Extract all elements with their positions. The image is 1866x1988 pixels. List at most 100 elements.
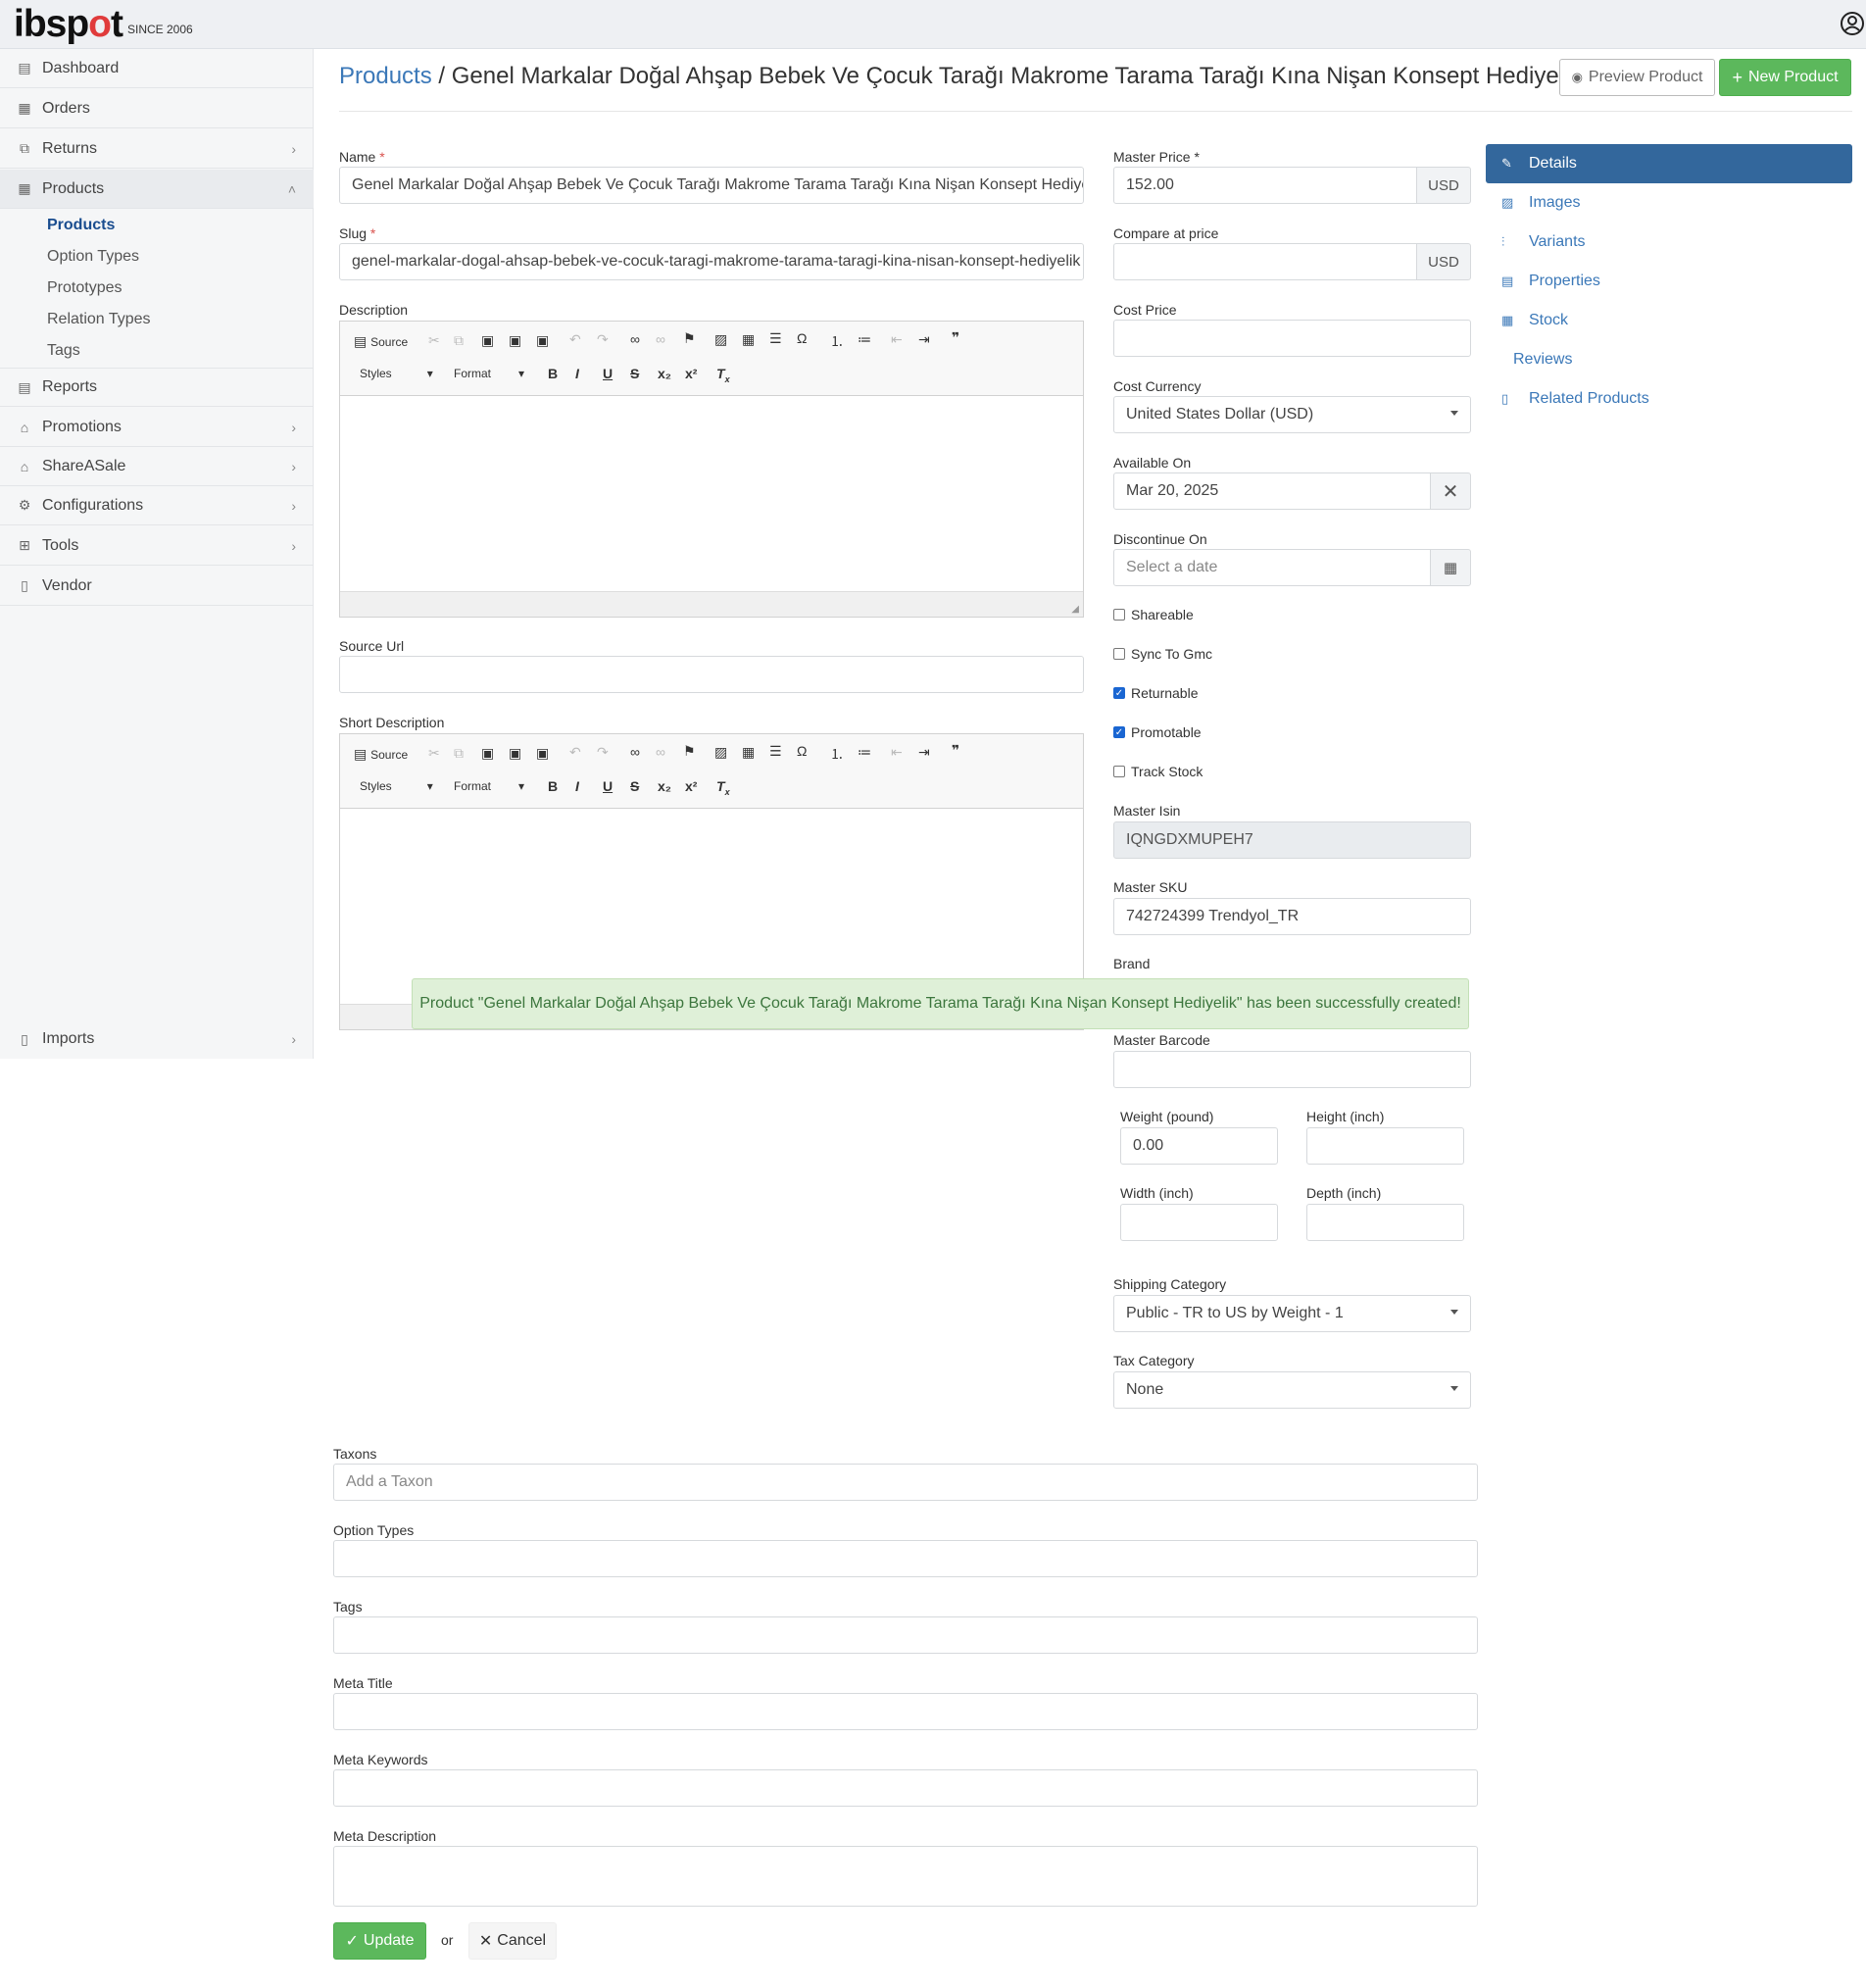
- tab-variants[interactable]: ⫶ Variants: [1486, 223, 1852, 262]
- cut-icon[interactable]: ✂: [428, 332, 440, 349]
- clear-date-icon[interactable]: ✕: [1430, 472, 1471, 510]
- outdent-icon[interactable]: ⇤: [891, 744, 903, 761]
- taxons-input[interactable]: Add a Taxon: [333, 1464, 1478, 1501]
- bold-icon[interactable]: B: [548, 778, 558, 794]
- checkbox-box[interactable]: [1113, 609, 1125, 621]
- indent-icon[interactable]: ⇥: [918, 331, 930, 348]
- cancel-button[interactable]: ✕ Cancel: [468, 1922, 557, 1960]
- available-on-field[interactable]: Mar 20, 2025: [1113, 472, 1431, 510]
- blockquote-icon[interactable]: ❞: [952, 742, 959, 759]
- blockquote-icon[interactable]: ❞: [952, 329, 959, 346]
- name-field[interactable]: Genel Markalar Doğal Ahşap Bebek Ve Çocu…: [339, 167, 1084, 204]
- sync-to-gmc-checkbox[interactable]: Sync To Gmc: [1113, 646, 1212, 662]
- paste-icon[interactable]: ▣: [481, 332, 494, 349]
- width-field[interactable]: [1120, 1204, 1278, 1241]
- sidebar-subitem-products[interactable]: Products: [47, 217, 115, 234]
- unlink-icon[interactable]: ∞: [656, 331, 665, 347]
- underline-icon[interactable]: U: [603, 366, 613, 381]
- user-account-icon[interactable]: [1839, 10, 1866, 37]
- sidebar-item-orders[interactable]: ▦ Orders: [0, 89, 314, 128]
- checkbox-box[interactable]: [1113, 766, 1125, 777]
- tab-properties[interactable]: ▤ Properties: [1486, 262, 1852, 301]
- paste-word-icon[interactable]: ▣: [536, 745, 549, 762]
- bold-icon[interactable]: B: [548, 366, 558, 381]
- table-icon[interactable]: ▦: [742, 331, 755, 348]
- tab-related-products[interactable]: ▯ Related Products: [1486, 379, 1852, 419]
- calendar-icon[interactable]: ▦: [1430, 549, 1471, 586]
- bullet-list-icon[interactable]: ≔: [858, 744, 871, 761]
- sidebar-item-configurations[interactable]: ⚙ Configurations ›: [0, 486, 314, 525]
- source-button[interactable]: ▤ Source: [354, 746, 408, 763]
- indent-icon[interactable]: ⇥: [918, 744, 930, 761]
- unlink-icon[interactable]: ∞: [656, 744, 665, 760]
- new-product-button[interactable]: + New Product: [1719, 59, 1851, 96]
- sidebar-item-tools[interactable]: ⊞ Tools ›: [0, 526, 314, 566]
- checkbox-box-checked[interactable]: ✓: [1113, 726, 1125, 738]
- depth-field[interactable]: [1306, 1204, 1464, 1241]
- cost-currency-select[interactable]: United States Dollar (USD): [1113, 396, 1471, 433]
- horizontal-line-icon[interactable]: ☰: [769, 330, 782, 347]
- source-button[interactable]: ▤ Source: [354, 333, 408, 350]
- meta-title-input[interactable]: [333, 1693, 1478, 1730]
- special-char-icon[interactable]: Ω: [797, 330, 807, 346]
- sidebar-item-returns[interactable]: ⧉ Returns ›: [0, 129, 314, 169]
- editor-resize-bar[interactable]: ◢: [340, 591, 1083, 617]
- link-icon[interactable]: ∞: [630, 331, 640, 347]
- remove-format-icon[interactable]: Tx: [716, 778, 730, 797]
- undo-icon[interactable]: ↶: [569, 331, 581, 348]
- sidebar-item-dashboard[interactable]: ▤ Dashboard: [0, 49, 314, 88]
- checkbox-box[interactable]: [1113, 648, 1125, 660]
- cost-price-field[interactable]: [1113, 320, 1471, 357]
- weight-field[interactable]: 0.00: [1120, 1127, 1278, 1165]
- paste-icon[interactable]: ▣: [481, 745, 494, 762]
- horizontal-line-icon[interactable]: ☰: [769, 743, 782, 760]
- promotable-checkbox[interactable]: ✓ Promotable: [1113, 724, 1202, 740]
- checkbox-box-checked[interactable]: ✓: [1113, 687, 1125, 699]
- bullet-list-icon[interactable]: ≔: [858, 331, 871, 348]
- shipping-category-select[interactable]: Public - TR to US by Weight - 1: [1113, 1295, 1471, 1332]
- image-icon[interactable]: ▨: [714, 744, 727, 761]
- sidebar-item-shareasale[interactable]: ⌂ ShareASale ›: [0, 447, 314, 486]
- breadcrumb-products[interactable]: Products: [339, 63, 432, 89]
- source-url-field[interactable]: [339, 656, 1084, 693]
- remove-format-icon[interactable]: Tx: [716, 366, 730, 384]
- tab-reviews[interactable]: Reviews: [1486, 340, 1852, 379]
- outdent-icon[interactable]: ⇤: [891, 331, 903, 348]
- strikethrough-icon[interactable]: S: [630, 366, 639, 381]
- sidebar-item-imports[interactable]: ▯ Imports ›: [0, 1019, 314, 1059]
- shareable-checkbox[interactable]: Shareable: [1113, 607, 1194, 622]
- resize-handle-icon[interactable]: ◢: [1071, 604, 1079, 615]
- tab-images[interactable]: ▨ Images: [1486, 183, 1852, 223]
- update-button[interactable]: ✓ Update: [333, 1922, 426, 1960]
- copy-icon[interactable]: ⧉: [454, 745, 464, 762]
- sidebar-item-products[interactable]: ▦ Products ˄: [0, 170, 314, 209]
- undo-icon[interactable]: ↶: [569, 744, 581, 761]
- table-icon[interactable]: ▦: [742, 744, 755, 761]
- copy-icon[interactable]: ⧉: [454, 332, 464, 349]
- tab-stock[interactable]: ▦ Stock: [1486, 301, 1852, 340]
- numbered-list-icon[interactable]: ⒈: [830, 744, 844, 764]
- paste-text-icon[interactable]: ▣: [509, 745, 521, 762]
- format-dropdown[interactable]: Format ▾: [454, 367, 524, 380]
- tab-details[interactable]: ✎ Details: [1486, 144, 1852, 183]
- underline-icon[interactable]: U: [603, 778, 613, 794]
- sidebar-subitem-prototypes[interactable]: Prototypes: [47, 279, 122, 297]
- anchor-flag-icon[interactable]: ⚑: [683, 330, 696, 347]
- master-sku-field[interactable]: 742724399 Trendyol_TR: [1113, 898, 1471, 935]
- styles-dropdown[interactable]: Styles ▾: [360, 367, 433, 380]
- numbered-list-icon[interactable]: ⒈: [830, 331, 844, 351]
- sidebar-subitem-relation-types[interactable]: Relation Types: [47, 311, 151, 328]
- preview-product-button[interactable]: ◉ Preview Product: [1559, 59, 1715, 96]
- sidebar-subitem-tags[interactable]: Tags: [47, 342, 80, 360]
- logo[interactable]: ibspot: [14, 3, 123, 46]
- master-price-field[interactable]: 152.00: [1113, 167, 1417, 204]
- cut-icon[interactable]: ✂: [428, 745, 440, 762]
- superscript-icon[interactable]: x²: [685, 366, 697, 381]
- sidebar-subitem-option-types[interactable]: Option Types: [47, 248, 139, 266]
- height-field[interactable]: [1306, 1127, 1464, 1165]
- sidebar-item-promotions[interactable]: ⌂ Promotions ›: [0, 408, 314, 447]
- superscript-icon[interactable]: x²: [685, 778, 697, 794]
- description-editor[interactable]: ▤ Source ✂ ⧉ ▣ ▣ ▣ ↶ ↷ ∞ ∞ ⚑ ▨ ▦ ☰ Ω ⒈ ≔…: [339, 321, 1084, 618]
- discontinue-on-field[interactable]: Select a date: [1113, 549, 1431, 586]
- slug-field[interactable]: genel-markalar-dogal-ahsap-bebek-ve-cocu…: [339, 243, 1084, 280]
